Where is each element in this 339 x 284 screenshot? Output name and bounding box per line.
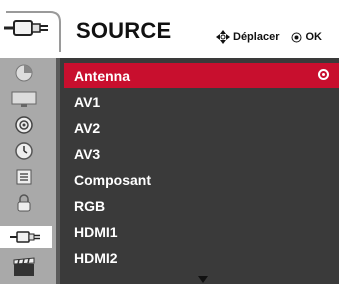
source-label: AV1 xyxy=(74,93,101,110)
hint-move-label: Déplacer xyxy=(233,31,280,43)
sidebar-item-movie[interactable] xyxy=(6,256,42,278)
source-label: RGB xyxy=(74,197,106,214)
input-source-icon xyxy=(4,8,64,52)
sidebar-item-lock[interactable] xyxy=(6,192,42,214)
menu-category-sidebar xyxy=(0,58,56,284)
source-label: HDMI1 xyxy=(74,223,118,240)
lock-icon xyxy=(17,194,31,212)
source-label: Composant xyxy=(74,171,151,188)
menu-header: SOURCE Déplacer OK xyxy=(0,0,339,58)
sidebar-item-picture[interactable] xyxy=(6,62,42,84)
source-label: AV3 xyxy=(74,145,101,162)
source-item-hdmi1[interactable]: HDMI1 xyxy=(64,219,339,244)
sidebar-item-audio[interactable] xyxy=(6,114,42,136)
sidebar-item-screen[interactable] xyxy=(6,88,42,110)
source-label: Antenna xyxy=(74,67,130,84)
source-item-av1[interactable]: AV1 xyxy=(64,89,339,114)
sidebar-item-option[interactable] xyxy=(6,166,42,188)
source-label: HDMI2 xyxy=(74,249,118,266)
time-icon xyxy=(15,142,33,160)
source-list: Antenna AV1 AV2 AV3 Composant RGB HDMI1 … xyxy=(56,58,339,284)
sidebar-item-time[interactable] xyxy=(6,140,42,162)
source-item-rgb[interactable]: RGB xyxy=(64,193,339,218)
move-arrows-icon xyxy=(216,30,230,44)
hint-ok-label: OK xyxy=(305,31,322,43)
source-item-av2[interactable]: AV2 xyxy=(64,115,339,140)
source-label: AV2 xyxy=(74,119,101,136)
audio-icon xyxy=(15,116,33,134)
scroll-down-arrow-icon[interactable] xyxy=(198,276,208,283)
source-item-hdmi2[interactable]: HDMI2 xyxy=(64,245,339,270)
page-title: SOURCE xyxy=(76,18,172,43)
source-item-av3[interactable]: AV3 xyxy=(64,141,339,166)
movie-icon xyxy=(13,257,35,276)
ok-button-icon xyxy=(291,32,302,42)
source-item-antenna[interactable]: Antenna xyxy=(64,63,339,88)
selected-radio-icon xyxy=(318,69,329,80)
source-item-composant[interactable]: Composant xyxy=(64,167,339,192)
option-icon xyxy=(16,169,32,185)
picture-icon xyxy=(15,64,33,82)
navigation-hint: Déplacer OK xyxy=(216,30,322,44)
sidebar-item-input[interactable] xyxy=(0,226,52,248)
input-icon xyxy=(10,231,40,243)
screen-icon xyxy=(11,91,37,107)
